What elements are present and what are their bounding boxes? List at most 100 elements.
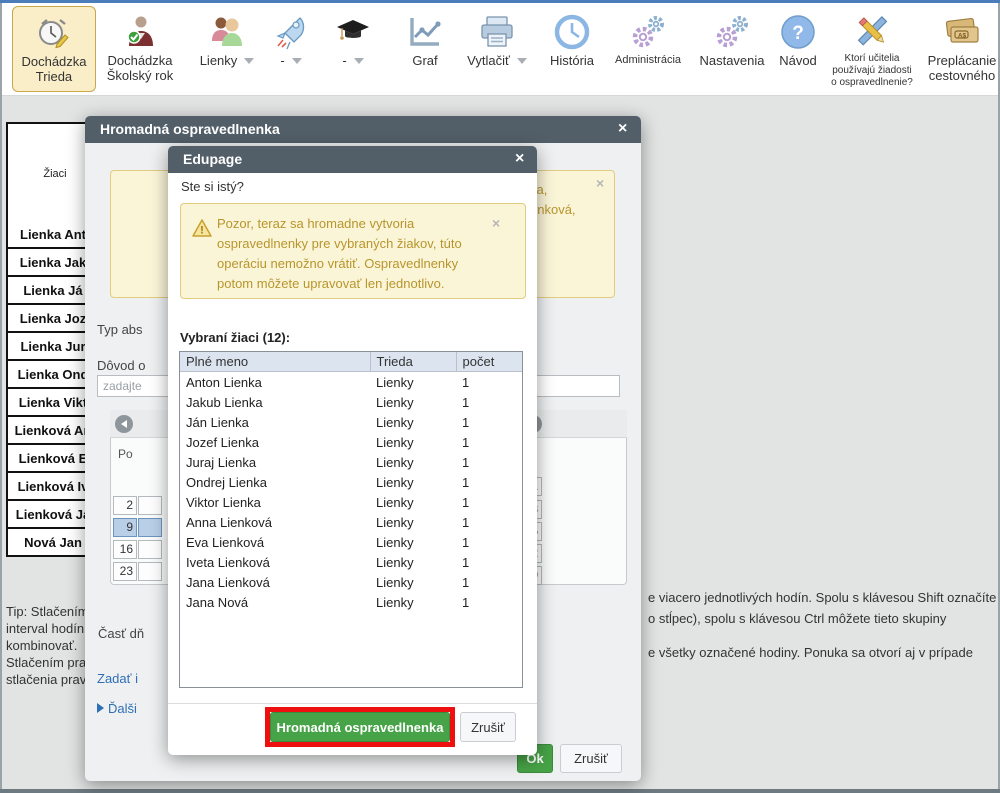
- toolbar-item-nastavenia[interactable]: Nastavenia: [692, 3, 772, 95]
- student-row: Jana NováLienky1: [180, 592, 522, 612]
- rocket-icon: [272, 11, 310, 53]
- student-row: Jakub LienkaLienky1: [180, 392, 522, 412]
- toolbar-label-ucitelia: Ktorí učitelia používajú žiadosti o ospr…: [831, 53, 913, 89]
- window-border-bottom: [0, 789, 1000, 793]
- toolbar-item-navod[interactable]: ? Návod: [772, 3, 824, 95]
- confirm-question: Ste si istý?: [181, 179, 244, 194]
- calendar-prev-button[interactable]: [115, 415, 133, 433]
- close-icon[interactable]: ×: [596, 176, 604, 190]
- graduation-cap-icon: [334, 11, 372, 53]
- toolbar-item-vytlacit-dropdown[interactable]: Vytlačiť: [454, 3, 540, 95]
- pencil-ruler-icon: [851, 11, 893, 53]
- toolbar-label-dochadzka-skolsky-rok: Dochádzka Školský rok: [107, 53, 173, 83]
- day-part-label: Časť dň: [98, 626, 144, 641]
- gears-icon: [713, 11, 751, 53]
- toolbar-item-historia[interactable]: História: [540, 3, 604, 95]
- toolbar-item-graduation-dropdown[interactable]: -: [322, 3, 384, 95]
- student-row: Ján LienkaLienky1: [180, 412, 522, 432]
- calendar-date-cell[interactable]: [138, 518, 162, 537]
- background-help-line-1: e viacero jednotlivých hodín. Spolu s kl…: [648, 590, 996, 605]
- printer-icon: [478, 11, 516, 53]
- app-window: Dochádzka Trieda Dochádzka Školský rok L…: [0, 0, 1000, 793]
- edupage-dialog-titlebar[interactable]: Edupage: [168, 146, 537, 173]
- more-options-link[interactable]: Ďalši: [97, 700, 137, 718]
- absence-type-label: Typ abs: [97, 322, 143, 337]
- calendar-date-cell[interactable]: [138, 496, 162, 515]
- calendar-date-cell[interactable]: 9: [113, 518, 137, 537]
- toolbar-item-ucitelia-ziadosti[interactable]: Ktorí učitelia používajú žiadosti o ospr…: [824, 3, 920, 95]
- toolbar-label-dash-rocket: -: [280, 53, 284, 68]
- cancel-button-inner[interactable]: Zrušiť: [460, 712, 516, 742]
- warning-triangle-icon: !: [192, 219, 212, 242]
- dialog-title: Edupage: [168, 151, 242, 167]
- toolbar-label-dochadzka-trieda: Dochádzka Trieda: [21, 54, 86, 84]
- toolbar-item-preplacanie[interactable]: A$ Preplácanie cestovného: [920, 3, 1000, 95]
- calendar-date-cell[interactable]: [138, 562, 162, 581]
- toolbar-label-lienky: Lienky: [200, 53, 238, 68]
- question-icon: ?: [778, 11, 818, 53]
- toolbar-item-lienky-dropdown[interactable]: Lienky: [194, 3, 260, 95]
- bulk-excuse-confirm-button[interactable]: Hromadná ospravedlnenka: [270, 712, 450, 742]
- chart-icon: [406, 11, 444, 53]
- student-row: Viktor LienkaLienky1: [180, 492, 522, 512]
- student-row: Juraj LienkaLienky1: [180, 452, 522, 472]
- window-border-left: [0, 3, 2, 789]
- chevron-down-icon: [292, 58, 302, 64]
- dialog-title: Hromadná ospravedlnenka: [85, 121, 280, 137]
- tickets-icon: A$: [942, 11, 982, 53]
- selected-students-tbody: Anton LienkaLienky1Jakub LienkaLienky1Já…: [180, 372, 522, 613]
- student-row: Iveta LienkováLienky1: [180, 552, 522, 572]
- selected-students-table: Plné meno Trieda počet Anton LienkaLienk…: [179, 351, 523, 688]
- gears-icon: [629, 11, 667, 53]
- person-check-icon: [121, 11, 159, 53]
- inner-warning-text: Pozor, teraz sa hromadne vytvoria osprav…: [217, 214, 489, 294]
- calendar-date-cell[interactable]: 23: [113, 562, 137, 581]
- selected-students-label: Vybraní žiaci (12):: [180, 330, 290, 345]
- history-clock-icon: [552, 11, 592, 53]
- student-row: Ondrej LienkaLienky1: [180, 472, 522, 492]
- alarm-clock-icon: [35, 12, 73, 54]
- col-header-full-name: Plné meno: [180, 352, 370, 372]
- student-row: Anna LienkováLienky1: [180, 512, 522, 532]
- svg-text:!: !: [200, 225, 204, 237]
- chevron-down-icon: [244, 58, 254, 64]
- svg-text:A$: A$: [958, 33, 967, 40]
- chevron-down-icon: [517, 58, 527, 64]
- close-icon[interactable]: ×: [515, 151, 524, 167]
- calendar-date-cell[interactable]: [138, 540, 162, 559]
- toolbar-label-nastavenia: Nastavenia: [699, 53, 764, 68]
- footer-divider: [168, 703, 537, 704]
- toolbar-label-vytlacit: Vytlačiť: [467, 53, 510, 68]
- main-toolbar: Dochádzka Trieda Dochádzka Školský rok L…: [2, 3, 998, 96]
- close-icon[interactable]: ×: [618, 121, 627, 137]
- toolbar-label-dash-cap: -: [342, 53, 346, 68]
- toolbar-item-dochadzka-skolsky-rok[interactable]: Dochádzka Školský rok: [98, 3, 182, 95]
- close-icon[interactable]: ×: [492, 216, 500, 230]
- table-header-row: Plné meno Trieda počet: [180, 352, 522, 372]
- col-header-count: počet: [456, 352, 522, 372]
- toolbar-label-navod: Návod: [779, 53, 817, 68]
- expand-arrow-icon: [97, 703, 104, 713]
- calendar-day-monday: Po: [118, 447, 133, 461]
- cancel-button-outer[interactable]: Zrušiť: [560, 744, 622, 773]
- bulk-excuse-dialog-titlebar[interactable]: Hromadná ospravedlnenka: [85, 116, 641, 143]
- toolbar-item-administracia[interactable]: Administrácia: [604, 3, 692, 95]
- chevron-down-icon: [354, 58, 364, 64]
- calendar-date-cell[interactable]: 2: [113, 496, 137, 515]
- svg-text:?: ?: [792, 23, 804, 44]
- toolbar-item-graf[interactable]: Graf: [396, 3, 454, 95]
- background-help-line-2: o stĺpec), spolu s klávesou Ctrl môžete …: [648, 611, 946, 626]
- toolbar-item-rocket-dropdown[interactable]: -: [260, 3, 322, 95]
- student-row: Eva LienkováLienky1: [180, 532, 522, 552]
- student-row: Anton LienkaLienky1: [180, 372, 522, 393]
- annotation-highlight-box: Hromadná ospravedlnenka: [265, 707, 455, 747]
- col-header-class: Trieda: [370, 352, 456, 372]
- student-row: Jana LienkováLienky1: [180, 572, 522, 592]
- calendar-date-cell[interactable]: 16: [113, 540, 137, 559]
- toolbar-label-preplacanie: Preplácanie cestovného: [928, 53, 997, 83]
- enter-interval-link[interactable]: Zadať i: [97, 671, 138, 686]
- toolbar-label-administracia: Administrácia: [615, 53, 681, 68]
- toolbar-item-dochadzka-trieda[interactable]: Dochádzka Trieda: [12, 6, 96, 92]
- student-row: Jozef LienkaLienky1: [180, 432, 522, 452]
- background-help-line-3: e všetky označené hodiny. Ponuka sa otvo…: [648, 645, 973, 660]
